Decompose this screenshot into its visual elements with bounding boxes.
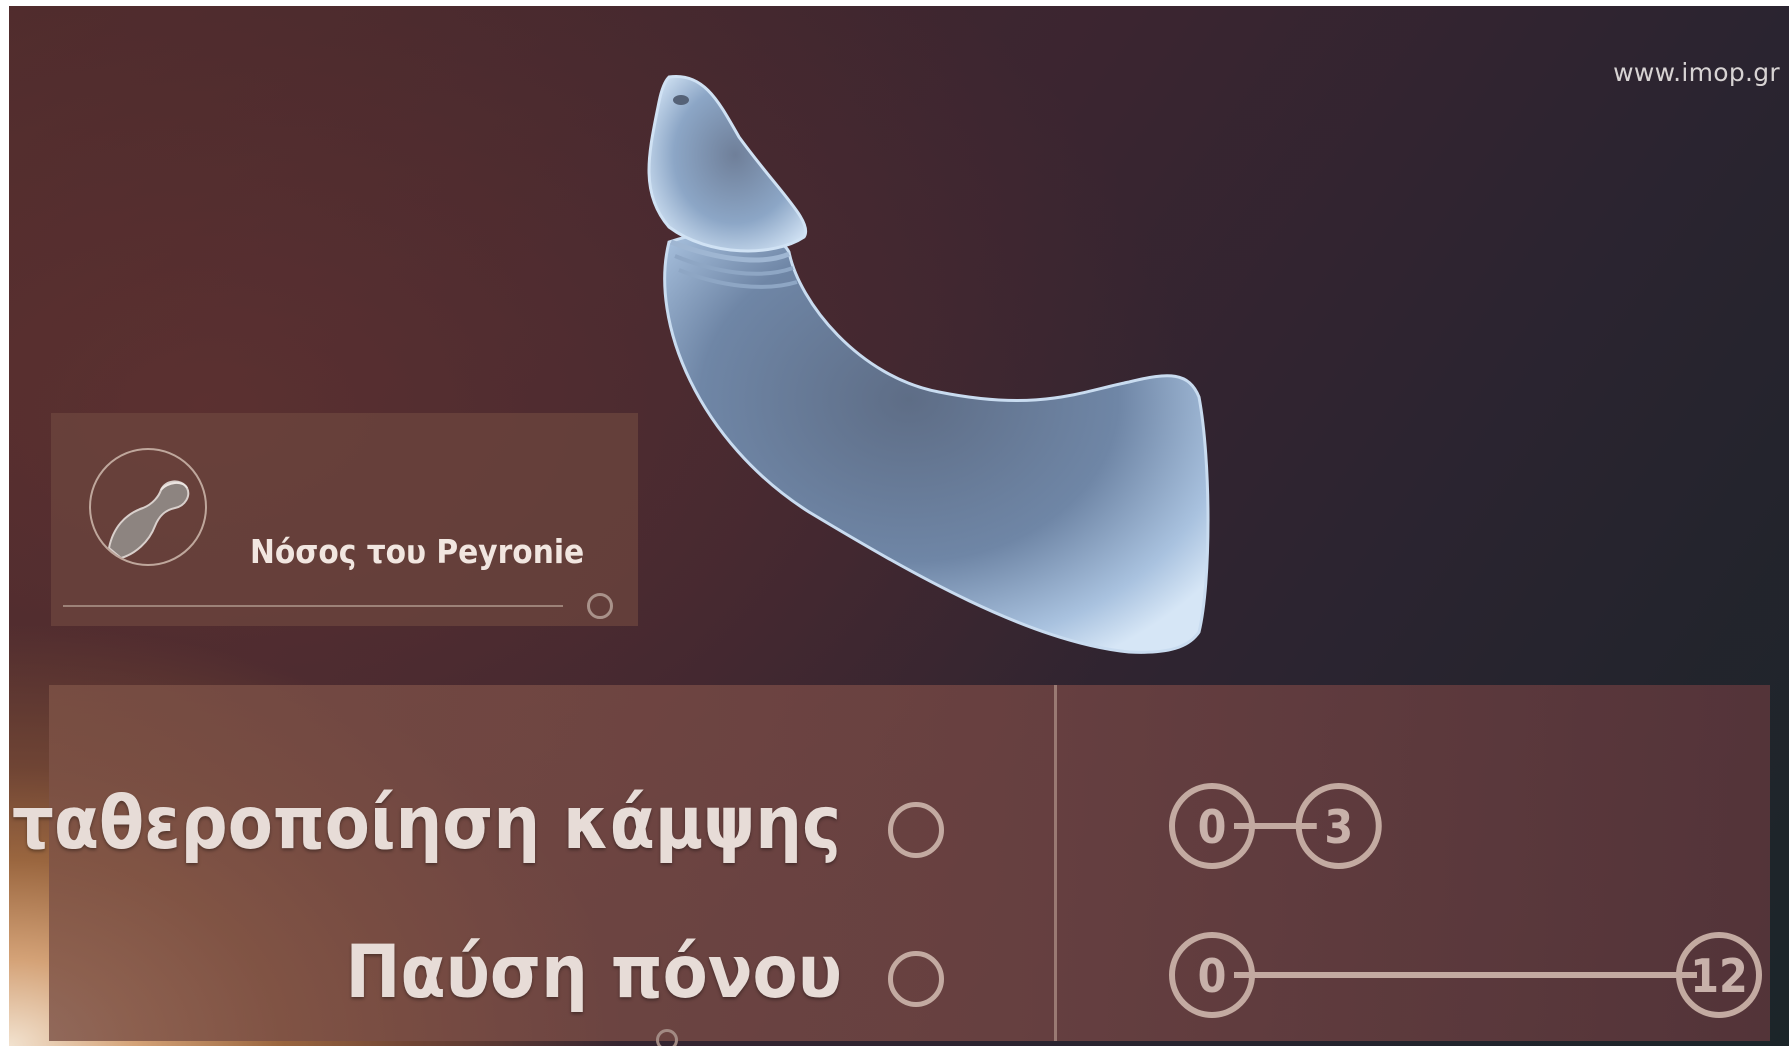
watermark-url: www.imop.gr: [1613, 58, 1780, 87]
result-label-bend-stabilization: Σταθεροποίηση κάμψης: [9, 781, 841, 866]
timeline-start-label: 0: [1198, 949, 1227, 1003]
timeline-end-label: 12: [1690, 949, 1748, 1003]
topic-divider: [63, 605, 563, 607]
bottom-indicator: [656, 1029, 678, 1046]
penis-illustration: [647, 74, 1210, 654]
curved-penis-icon: [89, 448, 207, 566]
results-timeline: 0 3 0 12: [1169, 783, 1762, 1018]
timeline-row-pain-relief: 0 12: [1169, 932, 1762, 1018]
result-radio-pain-relief[interactable]: [888, 951, 944, 1007]
timeline-start-label: 0: [1198, 800, 1227, 854]
result-radio-bend-stabilization[interactable]: [888, 802, 944, 858]
timeline-end-label: 3: [1324, 800, 1353, 854]
results-panel: Σταθεροποίηση κάμψης Παύση πόνου 0 3 0 1…: [9, 685, 1770, 1041]
timeline-row-bend-stabilization: 0 3: [1169, 783, 1382, 869]
illustration-stage: www.imop.gr Νόσος του Peyronie Σταθεροπο…: [9, 6, 1789, 1046]
topic-radio-button[interactable]: [587, 593, 613, 619]
topic-title: Νόσος του Peyronie: [250, 532, 585, 571]
topic-card[interactable]: Νόσος του Peyronie: [51, 413, 638, 626]
result-label-pain-relief: Παύση πόνου: [345, 930, 843, 1015]
